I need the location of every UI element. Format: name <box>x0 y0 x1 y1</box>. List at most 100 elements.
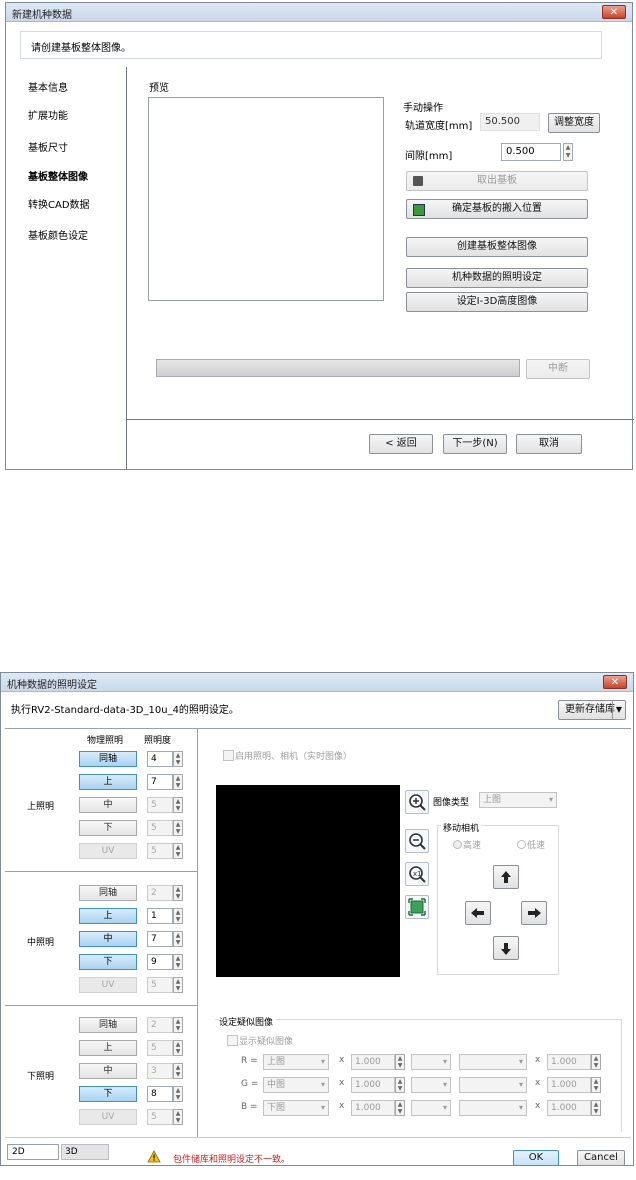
cancel-button[interactable]: Cancel <box>577 1150 625 1166</box>
brightness-input[interactable]: 7 <box>147 774 173 790</box>
brightness-input[interactable]: 8 <box>147 1086 173 1102</box>
spin-up-icon[interactable]: ▲ <box>564 144 572 152</box>
close-button[interactable]: ✕ <box>603 675 627 689</box>
multiplier-input[interactable]: 1.000 <box>351 1100 395 1116</box>
show-pseudo-checkbox[interactable] <box>227 1035 238 1046</box>
source-select[interactable]: 中图 <box>263 1077 329 1093</box>
multiplier2-spinner[interactable]: ▲ ▼ <box>591 1100 601 1116</box>
spin-up-icon[interactable]: ▲ <box>174 752 182 759</box>
multiplier-spinner[interactable]: ▲ ▼ <box>395 1054 405 1070</box>
spin-down-icon[interactable]: ▼ <box>174 1071 182 1078</box>
brightness-spinner[interactable]: ▲ ▼ <box>173 954 183 970</box>
light-toggle-button[interactable]: 上 <box>79 774 137 790</box>
move-left-button[interactable] <box>465 901 491 925</box>
brightness-spinner[interactable]: ▲ ▼ <box>173 797 183 813</box>
brightness-spinner[interactable]: ▲ ▼ <box>173 843 183 859</box>
spin-up-icon[interactable]: ▲ <box>174 844 182 851</box>
camera-checkbox[interactable] <box>223 750 234 761</box>
tab-3d[interactable]: 3D <box>61 1144 109 1160</box>
spin-down-icon[interactable]: ▼ <box>592 1085 600 1092</box>
move-up-button[interactable] <box>493 865 519 889</box>
back-button[interactable]: < 返回 <box>369 434 433 454</box>
brightness-spinner[interactable]: ▲ ▼ <box>173 885 183 901</box>
brightness-input[interactable]: 5 <box>147 1109 173 1125</box>
gap-spinner[interactable]: ▲ ▼ <box>563 143 573 161</box>
multiplier2-spinner[interactable]: ▲ ▼ <box>591 1077 601 1093</box>
source-select[interactable]: 上图 <box>263 1054 329 1070</box>
light-toggle-button[interactable]: UV <box>79 977 137 993</box>
light-toggle-button[interactable]: 上 <box>79 1040 137 1056</box>
spin-up-icon[interactable]: ▲ <box>174 821 182 828</box>
light-toggle-button[interactable]: 中 <box>79 797 137 813</box>
next-button[interactable]: 下一步(N) <box>443 434 507 454</box>
radio-high[interactable] <box>453 840 462 849</box>
spin-down-icon[interactable]: ▼ <box>396 1062 404 1069</box>
spin-down-icon[interactable]: ▼ <box>174 939 182 946</box>
zoom-in-icon[interactable] <box>405 790 429 814</box>
tab-2d[interactable]: 2D <box>7 1144 59 1160</box>
spin-down-icon[interactable]: ▼ <box>174 805 182 812</box>
brightness-spinner[interactable]: ▲ ▼ <box>173 751 183 767</box>
spin-up-icon[interactable]: ▲ <box>592 1101 600 1108</box>
spin-down-icon[interactable]: ▼ <box>174 962 182 969</box>
multiplier2-spinner[interactable]: ▲ ▼ <box>591 1054 601 1070</box>
spin-down-icon[interactable]: ▼ <box>174 916 182 923</box>
nav-item-cad-convert[interactable]: 转换CAD数据 <box>28 196 90 211</box>
adjust-width-button[interactable]: 调整宽度 <box>548 113 600 133</box>
confirm-position-button[interactable]: 确定基板的搬入位置 <box>406 199 588 219</box>
spin-up-icon[interactable]: ▲ <box>174 909 182 916</box>
move-down-button[interactable] <box>493 936 519 960</box>
light-toggle-button[interactable]: 下 <box>79 1086 137 1102</box>
brightness-spinner[interactable]: ▲ ▼ <box>173 908 183 924</box>
light-toggle-button[interactable]: 中 <box>79 1063 137 1079</box>
brightness-input[interactable]: 1 <box>147 908 173 924</box>
move-right-button[interactable] <box>521 901 547 925</box>
spin-down-icon[interactable]: ▼ <box>564 152 572 160</box>
spin-down-icon[interactable]: ▼ <box>174 782 182 789</box>
spin-down-icon[interactable]: ▼ <box>174 1048 182 1055</box>
brightness-input[interactable]: 5 <box>147 1040 173 1056</box>
multiplier-input[interactable]: 1.000 <box>351 1054 395 1070</box>
lighting-settings-button[interactable]: 机种数据的照明设定 <box>406 268 588 288</box>
cancel-button[interactable]: 取消 <box>516 434 582 454</box>
source2-select[interactable] <box>459 1100 527 1116</box>
spin-up-icon[interactable]: ▲ <box>396 1055 404 1062</box>
brightness-spinner[interactable]: ▲ ▼ <box>173 1063 183 1079</box>
operator-select[interactable] <box>411 1100 451 1116</box>
brightness-spinner[interactable]: ▲ ▼ <box>173 1109 183 1125</box>
spin-up-icon[interactable]: ▲ <box>592 1078 600 1085</box>
spin-down-icon[interactable]: ▼ <box>174 1094 182 1101</box>
spin-up-icon[interactable]: ▲ <box>174 1110 182 1117</box>
light-toggle-button[interactable]: UV <box>79 843 137 859</box>
spin-down-icon[interactable]: ▼ <box>174 828 182 835</box>
zoom-fit-icon[interactable]: x1 <box>405 862 429 886</box>
light-toggle-button[interactable]: 同轴 <box>79 885 137 901</box>
multiplier2-input[interactable]: 1.000 <box>547 1100 591 1116</box>
brightness-input[interactable]: 3 <box>147 1063 173 1079</box>
light-toggle-button[interactable]: 同轴 <box>79 1017 137 1033</box>
spin-down-icon[interactable]: ▼ <box>174 759 182 766</box>
brightness-spinner[interactable]: ▲ ▼ <box>173 1086 183 1102</box>
brightness-input[interactable]: 2 <box>147 1017 173 1033</box>
brightness-input[interactable]: 5 <box>147 797 173 813</box>
spin-up-icon[interactable]: ▲ <box>174 1018 182 1025</box>
multiplier2-input[interactable]: 1.000 <box>547 1077 591 1093</box>
brightness-spinner[interactable]: ▲ ▼ <box>173 931 183 947</box>
brightness-input[interactable]: 5 <box>147 843 173 859</box>
light-toggle-button[interactable]: 中 <box>79 931 137 947</box>
spin-down-icon[interactable]: ▼ <box>174 1117 182 1124</box>
brightness-spinner[interactable]: ▲ ▼ <box>173 1017 183 1033</box>
close-button[interactable]: ✕ <box>602 5 626 19</box>
brightness-input[interactable]: 7 <box>147 931 173 947</box>
nav-item-extended[interactable]: 扩展功能 <box>28 107 68 122</box>
spin-up-icon[interactable]: ▲ <box>396 1101 404 1108</box>
brightness-spinner[interactable]: ▲ ▼ <box>173 820 183 836</box>
spin-up-icon[interactable]: ▲ <box>174 932 182 939</box>
nav-item-board-size[interactable]: 基板尺寸 <box>28 139 68 154</box>
brightness-spinner[interactable]: ▲ ▼ <box>173 1040 183 1056</box>
brightness-input[interactable]: 2 <box>147 885 173 901</box>
nav-item-board-color[interactable]: 基板颜色设定 <box>28 227 88 242</box>
spin-up-icon[interactable]: ▲ <box>592 1055 600 1062</box>
brightness-input[interactable]: 9 <box>147 954 173 970</box>
spin-down-icon[interactable]: ▼ <box>174 893 182 900</box>
